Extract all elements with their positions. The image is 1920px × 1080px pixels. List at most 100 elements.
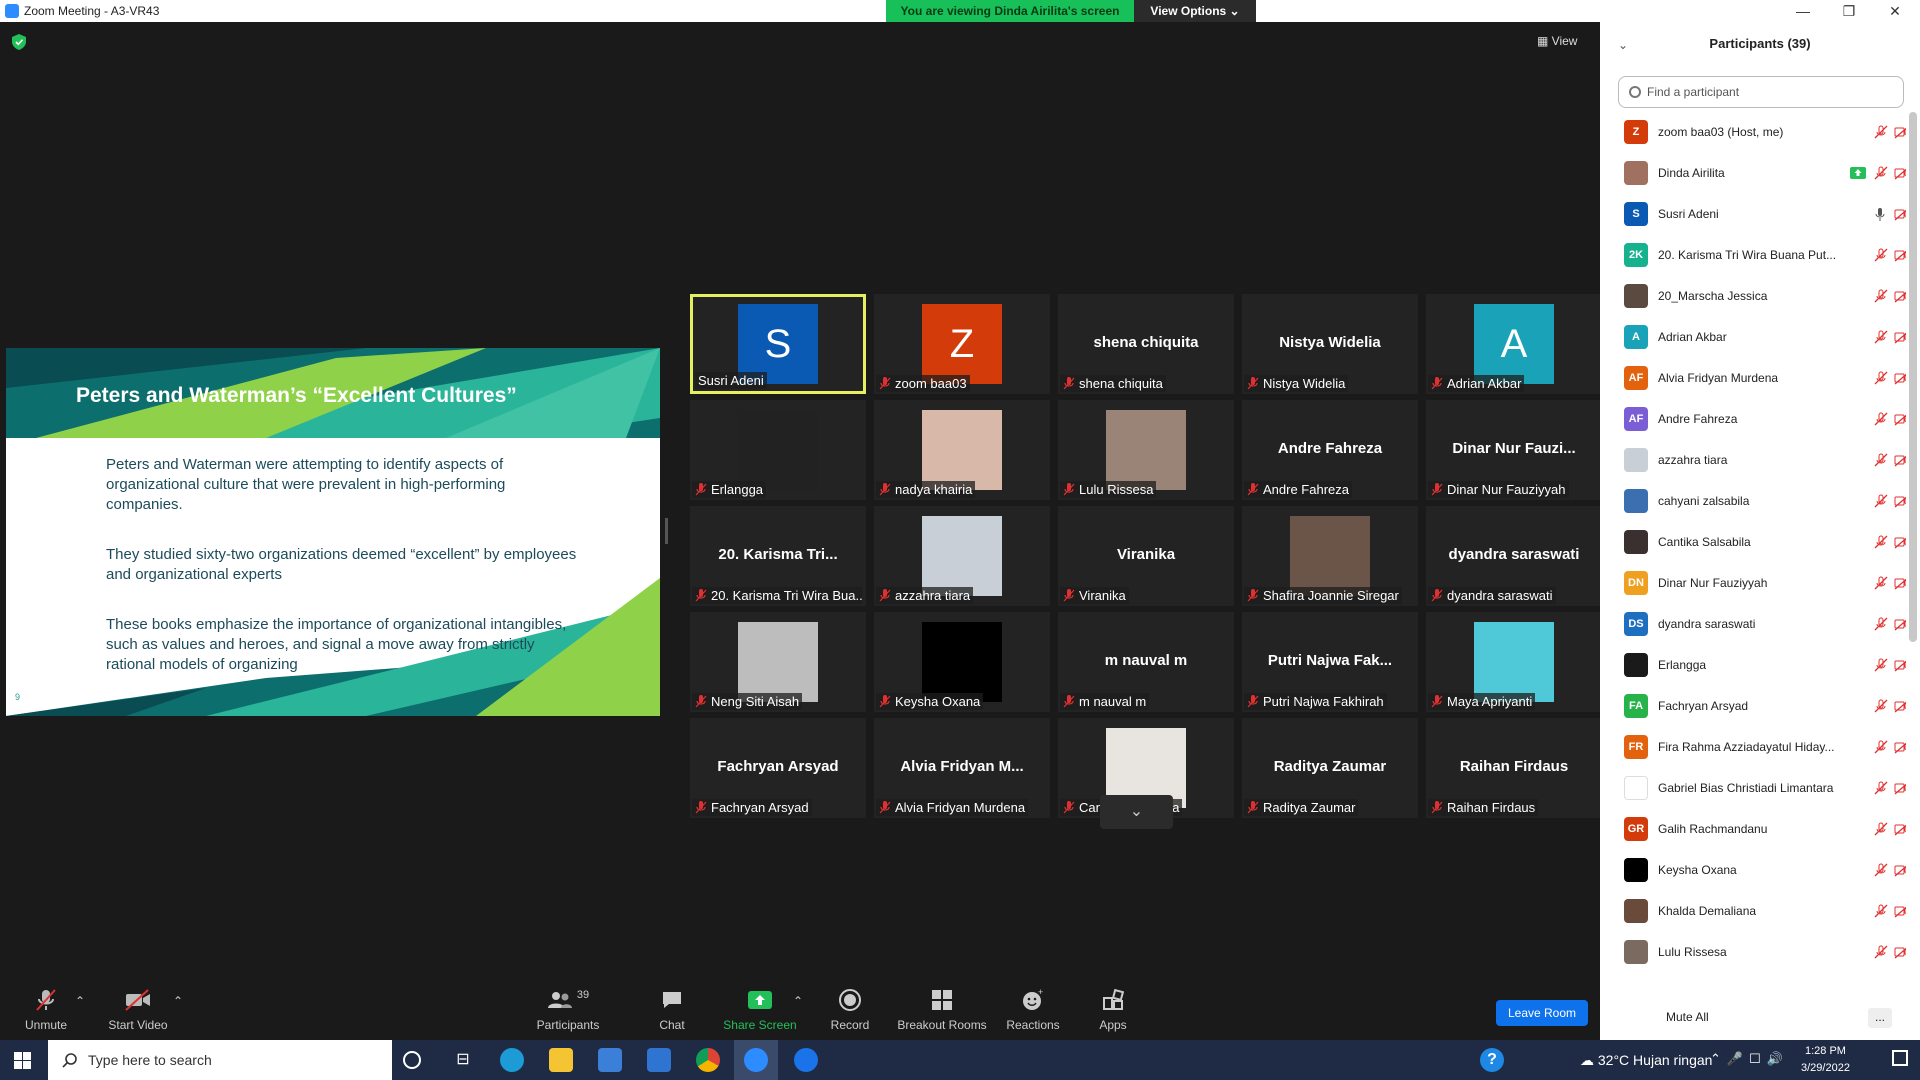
mic-muted-icon[interactable] [1874,699,1890,713]
video-off-icon[interactable] [1894,125,1906,139]
participant-row[interactable]: GR Galih Rachmandanu [1600,809,1906,850]
video-off-icon[interactable] [1894,494,1906,508]
mic-muted-icon[interactable] [1874,330,1890,344]
view-options-button[interactable]: View Options ⌄ [1134,0,1256,22]
participant-row[interactable]: Lulu Rissesa [1600,932,1906,973]
video-tile[interactable]: nadya khairia [874,400,1050,500]
unmute-button[interactable]: Unmute [18,988,74,1032]
apps-button[interactable]: Apps [1096,988,1130,1032]
video-tile[interactable]: Keysha Oxana [874,612,1050,712]
video-tile[interactable]: Erlangga [690,400,866,500]
video-off-icon[interactable] [1894,822,1906,836]
mic-muted-icon[interactable] [1874,863,1890,877]
video-off-icon[interactable] [1894,289,1906,303]
video-off-icon[interactable] [1894,576,1906,590]
help-icon[interactable]: ? [1480,1048,1504,1072]
video-off-icon[interactable] [1894,781,1906,795]
video-off-icon[interactable] [1894,166,1906,180]
video-tile[interactable]: shena chiquita shena chiquita [1058,294,1234,394]
mic-muted-icon[interactable] [1874,166,1890,180]
mic-muted-icon[interactable] [1874,945,1890,959]
mic-icon[interactable] [1874,207,1890,221]
notifications-icon[interactable] [1892,1050,1908,1066]
participant-row[interactable]: FR Fira Rahma Azziadayatul Hiday... [1600,727,1906,768]
participants-button[interactable]: 39 Participants [532,988,604,1032]
participant-row[interactable]: DS dyandra saraswati [1600,604,1906,645]
video-tile[interactable]: Shafira Joannie Siregar [1242,506,1418,606]
chrome-icon[interactable] [696,1048,720,1072]
mic-muted-icon[interactable] [1874,371,1890,385]
participant-row[interactable]: FA Fachryan Arsyad [1600,686,1906,727]
view-button[interactable]: ▦ View [1537,34,1577,48]
mute-all-button[interactable]: Mute All [1666,1010,1709,1024]
mic-muted-icon[interactable] [1874,822,1890,836]
mic-muted-icon[interactable] [1874,412,1890,426]
mic-muted-icon[interactable] [1874,740,1890,754]
zoom-taskbar-icon[interactable] [734,1040,778,1080]
weather-widget[interactable]: ☁ 32°C Hujan ringan [1580,1052,1712,1069]
participant-row[interactable]: Cantika Salsabila [1600,522,1906,563]
participant-row[interactable]: Keysha Oxana [1600,850,1906,891]
participant-row[interactable]: Gabriel Bias Christiadi Limantara [1600,768,1906,809]
video-tile[interactable]: Maya Apriyanti [1426,612,1602,712]
video-tile[interactable]: Putri Najwa Fak... Putri Najwa Fakhirah [1242,612,1418,712]
mic-muted-icon[interactable] [1874,248,1890,262]
video-tile[interactable]: m nauval m m nauval m [1058,612,1234,712]
participant-row[interactable]: A Adrian Akbar [1600,317,1906,358]
video-tile[interactable]: dyandra saraswati dyandra saraswati [1426,506,1602,606]
mic-muted-icon[interactable] [1874,125,1890,139]
file-explorer-icon[interactable] [549,1048,573,1072]
video-off-icon[interactable] [1894,699,1906,713]
mic-muted-icon[interactable] [1874,658,1890,672]
chat-button[interactable]: Chat [652,988,692,1032]
system-tray-icons[interactable]: ⌃🎤☐🔊 [1710,1051,1789,1067]
video-off-icon[interactable] [1894,658,1906,672]
video-tile[interactable]: Dinar Nur Fauzi... Dinar Nur Fauziyyah [1426,400,1602,500]
video-off-icon[interactable] [1894,412,1906,426]
video-options-caret[interactable]: ⌃ [172,994,184,1008]
participant-row[interactable]: Khalda Demaliana [1600,891,1906,932]
video-tile[interactable]: Raihan Firdaus Raihan Firdaus [1426,718,1602,818]
video-off-icon[interactable] [1894,904,1906,918]
store-icon[interactable] [598,1048,622,1072]
video-tile[interactable]: Neng Siti Aisah [690,612,866,712]
gallery-next-page-button[interactable]: ⌄ [1100,795,1173,829]
mic-muted-icon[interactable] [1874,617,1890,631]
video-off-icon[interactable] [1894,945,1906,959]
participant-row[interactable]: 2K 20. Karisma Tri Wira Buana Put... [1600,235,1906,276]
video-tile[interactable]: Zzoom baa03 [874,294,1050,394]
mic-muted-icon[interactable] [1874,289,1890,303]
mic-muted-icon[interactable] [1874,494,1890,508]
video-tile[interactable]: Viranika Viranika [1058,506,1234,606]
participant-row[interactable]: Erlangga [1600,645,1906,686]
leave-room-button[interactable]: Leave Room [1496,1000,1588,1026]
mic-muted-icon[interactable] [1874,781,1890,795]
video-tile[interactable]: Alvia Fridyan M... Alvia Fridyan Murdena [874,718,1050,818]
audio-options-caret[interactable]: ⌃ [74,994,86,1008]
close-button[interactable]: ✕ [1872,0,1918,22]
shield-icon[interactable] [12,34,26,50]
mic-muted-icon[interactable] [1874,453,1890,467]
video-tile[interactable]: Lulu Rissesa [1058,400,1234,500]
more-options-button[interactable]: ... [1868,1008,1892,1028]
participant-list-scrollbar[interactable] [1909,112,1917,642]
participant-row[interactable]: S Susri Adeni [1600,194,1906,235]
video-off-icon[interactable] [1894,371,1906,385]
maximize-button[interactable]: ❐ [1826,0,1872,22]
video-tile[interactable]: Andre Fahreza Andre Fahreza [1242,400,1418,500]
edge-icon[interactable] [500,1048,524,1072]
video-off-icon[interactable] [1894,330,1906,344]
participant-search-input[interactable]: Find a participant [1618,76,1904,108]
minimize-button[interactable]: — [1780,0,1826,22]
video-off-icon[interactable] [1894,453,1906,467]
participant-row[interactable]: cahyani zalsabila [1600,481,1906,522]
task-view-icon[interactable]: ⊟ [451,1048,475,1072]
teamviewer-icon[interactable] [794,1048,818,1072]
video-tile[interactable]: azzahra tiara [874,506,1050,606]
participant-row[interactable]: 20_Marscha Jessica [1600,276,1906,317]
video-tile[interactable]: S Susri Adeni [690,294,866,394]
video-off-icon[interactable] [1894,740,1906,754]
start-video-button[interactable]: Start Video [102,988,174,1032]
participant-row[interactable]: AF Alvia Fridyan Murdena [1600,358,1906,399]
video-tile[interactable]: A Adrian Akbar [1426,294,1602,394]
